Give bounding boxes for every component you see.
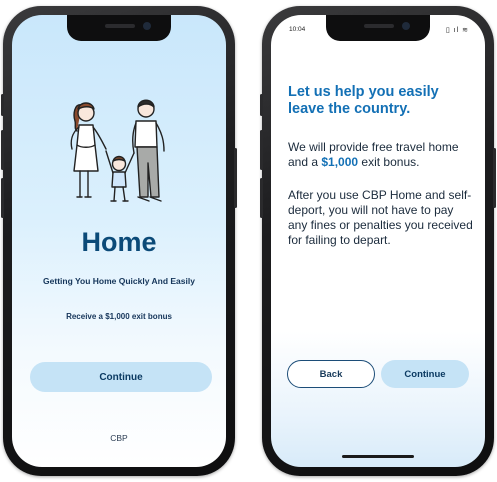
tagline: Getting You Home Quickly And Easily	[43, 276, 195, 286]
wifi-icon: ≋	[462, 27, 469, 34]
status-time: 10:04	[289, 26, 306, 33]
page-heading: Let us help you easily leave the country…	[288, 84, 439, 117]
status-bar: 10:04 ▯ ıl ≋	[289, 26, 469, 38]
continue-button[interactable]: Continue	[381, 360, 469, 388]
travel-info-text-end: exit bonus.	[358, 155, 420, 169]
home-indicator	[342, 455, 414, 458]
phone-frame-left: Home Getting You Home Quickly And Easily…	[1, 6, 237, 476]
phone-frame-right: 10:04 ▯ ıl ≋ Let us help you easily leav…	[260, 6, 496, 476]
volume-down-button	[260, 178, 263, 218]
travel-info-paragraph: We will provide free travel home and a $…	[288, 140, 473, 170]
power-button	[234, 148, 237, 208]
back-button[interactable]: Back	[287, 360, 375, 388]
volume-up-button	[260, 130, 263, 170]
cbp-footer-label: CBP	[110, 433, 128, 443]
volume-down-button	[1, 178, 4, 218]
notch	[67, 15, 171, 41]
mute-switch	[260, 94, 263, 116]
status-icons: ▯ ıl ≋	[446, 26, 469, 34]
signal-icon: ıl	[453, 27, 460, 34]
bonus-amount: $1,000	[321, 155, 359, 169]
bonus-text: Receive a $1,000 exit bonus	[66, 312, 172, 321]
power-button	[493, 148, 496, 208]
welcome-screen: Home Getting You Home Quickly And Easily…	[12, 15, 226, 467]
continue-button[interactable]: Continue	[30, 362, 212, 392]
info-screen: 10:04 ▯ ıl ≋ Let us help you easily leav…	[271, 15, 485, 467]
page-title: Home	[81, 227, 157, 257]
family-illustration	[70, 99, 165, 202]
self-deport-paragraph: After you use CBP Home and self-deport, …	[288, 188, 473, 247]
battery-icon: ▯	[445, 27, 451, 34]
mute-switch	[1, 94, 4, 116]
volume-up-button	[1, 130, 4, 170]
